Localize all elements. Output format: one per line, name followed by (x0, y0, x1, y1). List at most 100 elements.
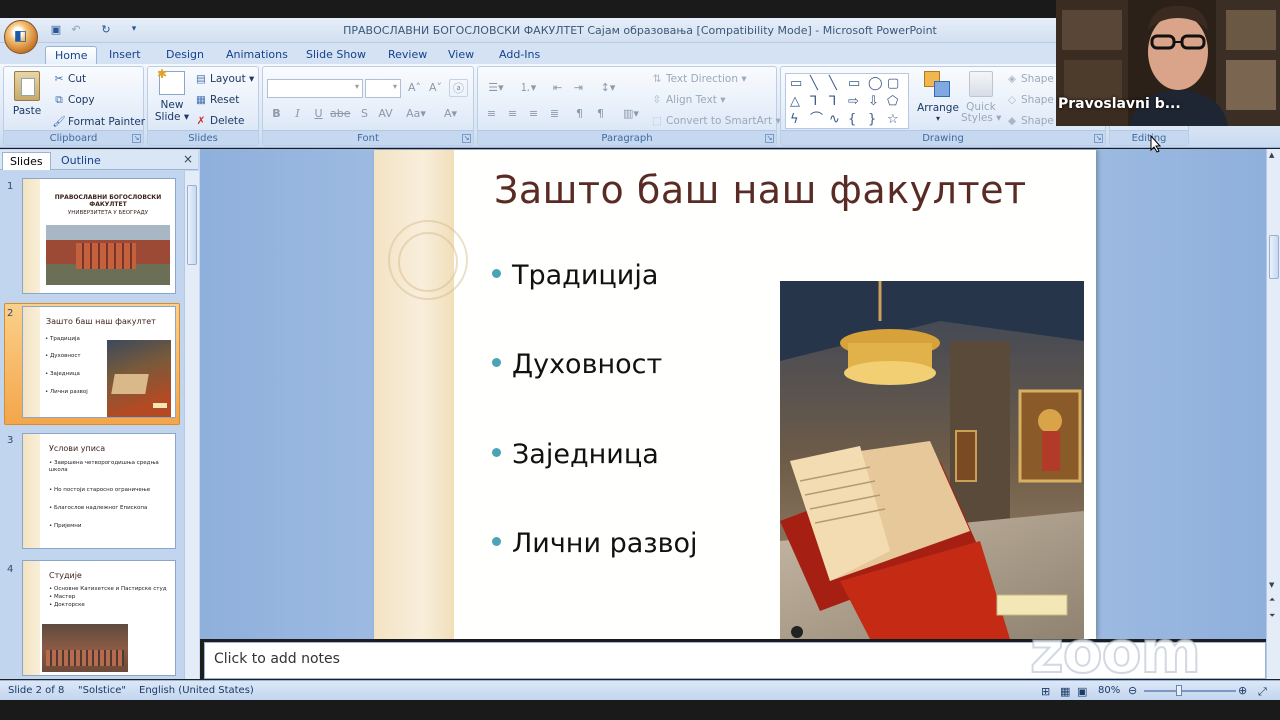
font-color-icon[interactable]: A▾ (441, 105, 460, 123)
right-arrow-shape-icon[interactable]: ⇨ (848, 95, 859, 108)
star-shape-icon[interactable]: ☆ (887, 113, 899, 126)
church-interior-photo[interactable] (780, 281, 1084, 639)
font-size-combo[interactable]: ▾ (365, 79, 401, 98)
format-painter-button[interactable]: 🖌 Format Painter (52, 115, 145, 128)
cut-button[interactable]: ✂ Cut (52, 73, 87, 85)
fit-to-window-icon[interactable]: ⤢ (1258, 685, 1267, 699)
layout-button[interactable]: ▤ Layout ▾ (194, 73, 254, 85)
paste-button[interactable]: Paste (9, 71, 45, 127)
arrange-button[interactable]: Arrange ▾ (917, 71, 959, 123)
change-case-icon[interactable]: Aa▾ (403, 105, 429, 123)
brace-right-shape-icon[interactable]: } (868, 113, 876, 126)
line-shape-icon[interactable]: ╲ (810, 77, 818, 90)
triangle-shape-icon[interactable]: △ (790, 95, 800, 108)
zoom-slider[interactable] (1144, 685, 1236, 696)
underline-icon[interactable]: U (309, 105, 328, 123)
bullet-item[interactable]: Традиција (492, 260, 658, 291)
tab-review[interactable]: Review (379, 46, 436, 64)
bullet-item[interactable]: Духовност (492, 349, 662, 380)
elbow-shape-icon[interactable]: ⅂ (810, 95, 817, 108)
convert-smartart-button[interactable]: ⬚ Convert to SmartArt ▾ (650, 115, 781, 127)
tab-add-ins[interactable]: Add-Ins (490, 46, 549, 64)
bullet-item[interactable]: Заједница (492, 439, 659, 470)
slide-thumbnail-4[interactable]: Студије • Основне Катихетске и Пастирске… (22, 560, 176, 676)
office-button[interactable]: ◧ (4, 20, 38, 54)
tab-view[interactable]: View (439, 46, 483, 64)
slide-scrollbar[interactable]: ▲ ▼ ⏶ ⏷ (1266, 149, 1280, 679)
shapes-gallery[interactable]: ▭ ╲ ╲ ▭ ◯ ▢ △ ⅂ ⅂ ⇨ ⇩ ⬠ ϟ ⌒ ∿ { } ☆ (785, 73, 909, 129)
dialog-launcher-icon[interactable]: ↘ (132, 134, 141, 143)
tab-home[interactable]: Home (45, 46, 98, 64)
close-pane-icon[interactable]: × (183, 152, 193, 166)
scroll-down-icon[interactable]: ▼ (1269, 581, 1274, 589)
bullet-item[interactable]: Лични развој (492, 528, 698, 559)
slide-sorter-icon[interactable]: ▦ (1060, 685, 1070, 698)
justify-icon[interactable]: ≣ (545, 105, 564, 123)
rounded-rect-shape-icon[interactable]: ▢ (887, 77, 899, 90)
elbow2-shape-icon[interactable]: ⅂ (829, 95, 836, 108)
increase-indent-icon[interactable]: ⇥ (569, 79, 588, 97)
ltr-icon[interactable]: ¶ (591, 105, 610, 123)
font-name-combo[interactable]: ▾ (267, 79, 363, 98)
align-left-icon[interactable]: ≡ (482, 105, 501, 123)
line-spacing-icon[interactable]: ↕▾ (594, 79, 622, 97)
oval-shape-icon[interactable]: ◯ (868, 77, 883, 90)
zoom-in-icon[interactable]: ⊕ (1238, 684, 1247, 697)
language-indicator[interactable]: English (United States) (139, 685, 254, 696)
shrink-font-icon[interactable]: A˅ (426, 79, 445, 97)
brace-left-shape-icon[interactable]: { (848, 113, 856, 126)
tab-insert[interactable]: Insert (100, 46, 150, 64)
tab-animations[interactable]: Animations (217, 46, 297, 64)
shape-fill-button[interactable]: ◈ Shape F (1005, 73, 1063, 85)
slide-thumbnail-1[interactable]: ПРАВОСЛАВНИ БОГОСЛОВСКИ ФАКУЛТЕТ УНИВЕРЗ… (22, 178, 176, 294)
reset-button[interactable]: ▦ Reset (194, 94, 239, 106)
align-text-button[interactable]: ⇳ Align Text ▾ (650, 94, 726, 106)
bold-icon[interactable]: B (267, 105, 286, 123)
rtl-icon[interactable]: ¶ (570, 105, 589, 123)
italic-icon[interactable]: I (288, 105, 307, 123)
text-box-shape-icon[interactable]: ▭ (790, 77, 802, 90)
dialog-launcher-icon[interactable]: ↘ (765, 134, 774, 143)
columns-icon[interactable]: ▥▾ (618, 105, 644, 123)
tab-outline[interactable]: Outline (54, 152, 108, 170)
dialog-launcher-icon[interactable]: ↘ (462, 134, 471, 143)
next-slide-icon[interactable]: ⏷ (1269, 611, 1275, 621)
normal-view-icon[interactable]: ⊞ (1041, 685, 1050, 698)
decrease-indent-icon[interactable]: ⇤ (548, 79, 567, 97)
tab-slide-show[interactable]: Slide Show (297, 46, 375, 64)
scrollbar-thumb[interactable] (187, 185, 197, 265)
dialog-launcher-icon[interactable]: ↘ (1094, 134, 1103, 143)
arc-shape-icon[interactable]: ∿ (829, 113, 840, 126)
slide-title[interactable]: Зашто баш наш факултет (494, 168, 1027, 212)
shadow-icon[interactable]: S (355, 105, 374, 123)
zoom-slider-thumb[interactable] (1176, 685, 1182, 696)
grow-font-icon[interactable]: A˄ (405, 79, 424, 97)
numbering-icon[interactable]: ⒈▾ (514, 79, 542, 97)
pentagon-shape-icon[interactable]: ⬠ (887, 95, 898, 108)
scroll-up-icon[interactable]: ▲ (1269, 151, 1274, 159)
align-right-icon[interactable]: ≡ (524, 105, 543, 123)
slide-thumbnail-2[interactable]: Зашто баш наш факултет • Традиција • Дух… (22, 306, 176, 418)
thumbnails-scrollbar[interactable] (184, 171, 199, 679)
rectangle-shape-icon[interactable]: ▭ (848, 77, 860, 90)
zoom-out-icon[interactable]: ⊖ (1128, 684, 1137, 697)
previous-slide-icon[interactable]: ⏶ (1269, 595, 1275, 605)
text-direction-button[interactable]: ⇅ Text Direction ▾ (650, 73, 747, 85)
zoom-level[interactable]: 80% (1098, 685, 1120, 696)
align-center-icon[interactable]: ≡ (503, 105, 522, 123)
tab-design[interactable]: Design (157, 46, 213, 64)
scrollbar-thumb[interactable] (1269, 235, 1279, 279)
slide-thumbnail-3[interactable]: Услови уписа • Завршена четворогодишња с… (22, 433, 176, 549)
quick-styles-button[interactable]: Quick Styles ▾ (961, 71, 1001, 124)
lightning-shape-icon[interactable]: ϟ (790, 113, 799, 126)
new-slide-button[interactable]: ✱ New Slide ▾ (152, 68, 192, 123)
curve-shape-icon[interactable]: ⌒ (810, 113, 823, 126)
clear-format-icon[interactable]: ⓐ (449, 79, 468, 97)
spacing-icon[interactable]: AV (376, 105, 395, 123)
strikethrough-icon[interactable]: abe (330, 105, 351, 123)
tab-slides[interactable]: Slides (2, 152, 51, 170)
bullets-icon[interactable]: ☰▾ (482, 79, 510, 97)
delete-button[interactable]: ✗ Delete (194, 115, 245, 127)
down-arrow-shape-icon[interactable]: ⇩ (868, 95, 879, 108)
arrow-shape-icon[interactable]: ╲ (829, 77, 837, 90)
